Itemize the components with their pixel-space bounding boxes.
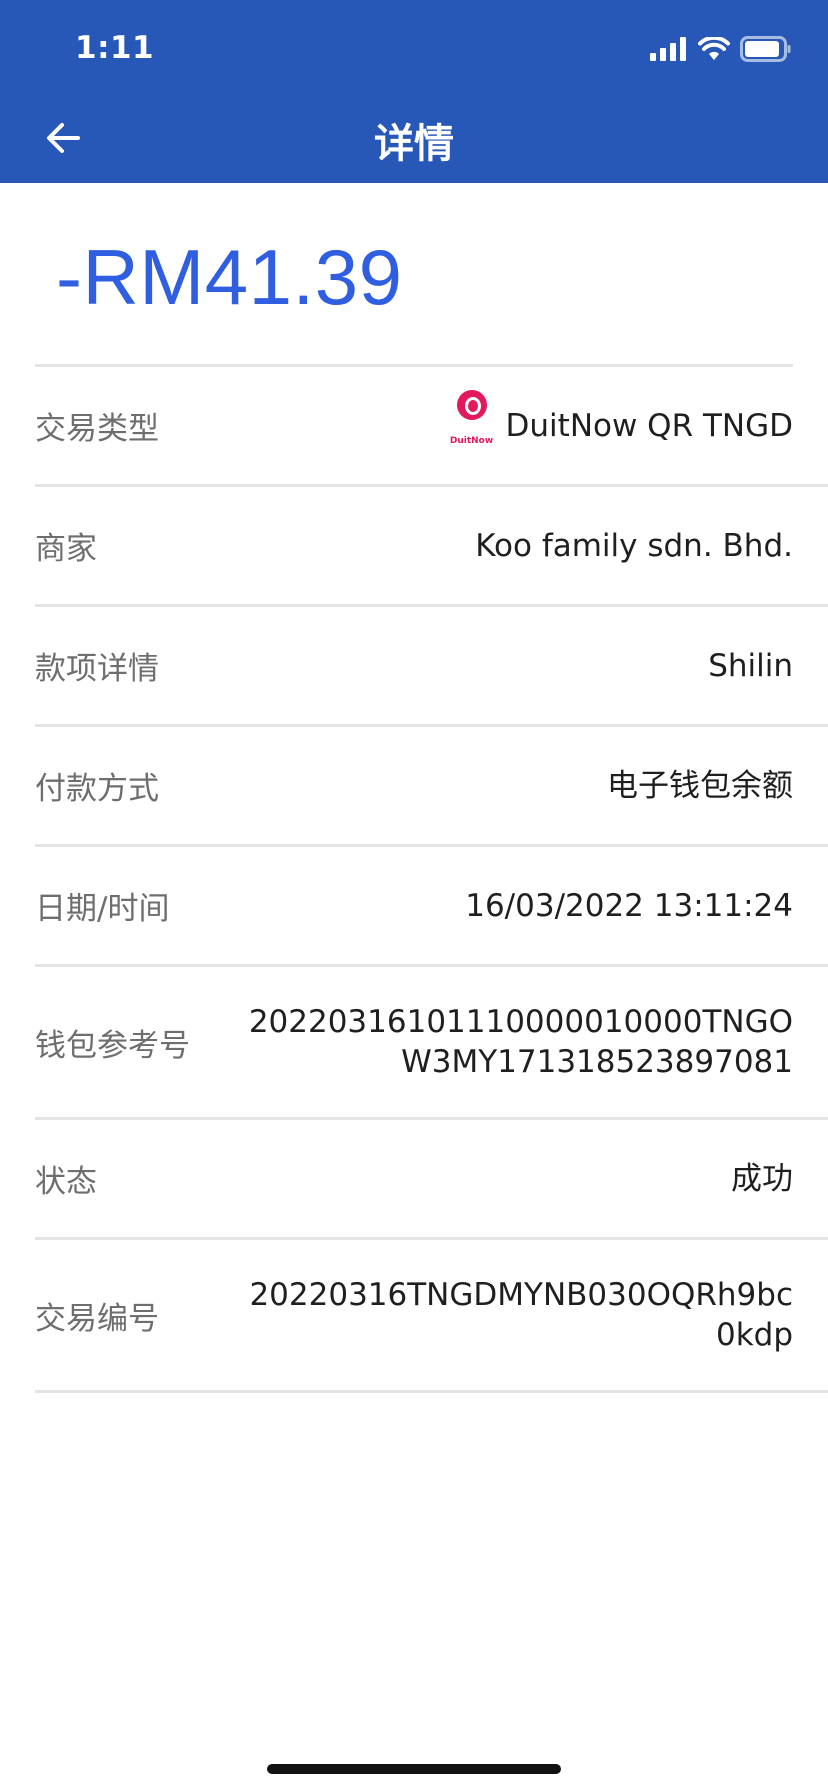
payment-details-value: Shilin [708,647,793,684]
detail-row-datetime: 日期/时间 16/03/2022 13:11:24 [35,847,828,967]
page-title: 详情 [374,121,454,167]
detail-row-wallet-ref: 钱包参考号 20220316101110000010000TNGOW3MY171… [35,967,828,1120]
detail-row-status: 状态 成功 [35,1120,828,1240]
transaction-no-label: 交易编号 [35,1300,159,1337]
detail-row-payment-method: 付款方式 电子钱包余额 [35,727,828,847]
status-time: 1:11 [75,30,155,66]
payment-details-label: 款项详情 [35,651,159,687]
home-indicator[interactable] [267,1764,561,1774]
payment-method-label: 付款方式 [35,771,159,807]
transaction-type-label: 交易类型 [35,411,159,447]
wifi-icon [698,37,730,60]
detail-list: 交易类型 DuitNow DuitNow QR TNGD 商家 Koo fami… [35,367,828,1393]
payment-method-value: 电子钱包余额 [607,767,793,804]
transaction-type-value: DuitNow QR TNGD [505,407,793,444]
transaction-detail-screen: 1:11 详情 -RM41.39 交易类型 DuitNow DuitNow QR… [0,0,828,1792]
transaction-type-value-group: DuitNow DuitNow QR TNGD [179,390,793,461]
datetime-value: 16/03/2022 13:11:24 [465,887,793,924]
cellular-signal-icon [650,37,686,61]
transaction-no-value: 20220316TNGDMYNB030OQRh9bc0kdp [249,1277,793,1353]
detail-row-transaction-no: 交易编号 20220316TNGDMYNB030OQRh9bc0kdp [35,1240,828,1393]
detail-row-transaction-type: 交易类型 DuitNow DuitNow QR TNGD [35,367,828,487]
duitnow-logo-text: DuitNow [449,436,494,446]
status-value: 成功 [731,1160,793,1197]
detail-row-payment-details: 款项详情 Shilin [35,607,828,727]
merchant-value: Koo family sdn. Bhd. [475,527,793,564]
detail-row-merchant: 商家 Koo family sdn. Bhd. [35,487,828,607]
wallet-ref-label: 钱包参考号 [35,1027,190,1064]
status-icons [650,36,792,62]
wallet-ref-value: 20220316101110000010000TNGOW3MY171318523… [248,1004,793,1080]
battery-icon [740,36,791,62]
transaction-amount: -RM41.39 [56,233,403,321]
merchant-label: 商家 [35,531,97,567]
datetime-label: 日期/时间 [35,891,170,927]
header-bar: 1:11 详情 [0,0,828,183]
duitnow-mark [456,390,487,420]
duitnow-logo-icon: DuitNow [448,390,496,461]
status-label: 状态 [35,1164,97,1200]
